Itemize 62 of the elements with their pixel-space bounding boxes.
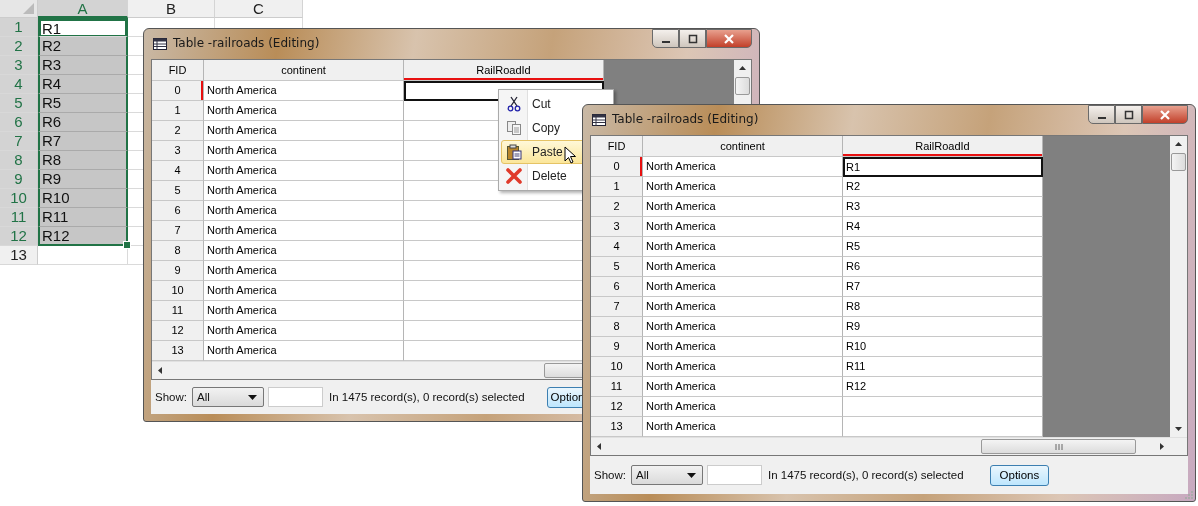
row-header: 11 (152, 301, 204, 321)
table-cell: North America (643, 317, 843, 337)
row-header: 9 (591, 337, 643, 357)
table-cell: North America (204, 341, 404, 361)
table-cell: North America (204, 121, 404, 141)
row-header: 6 (591, 277, 643, 297)
row-header: 8 (152, 241, 204, 261)
table-cell: North America (204, 201, 404, 221)
row-header: 4 (591, 237, 643, 257)
table-cell: North America (643, 357, 843, 377)
table-cell: North America (204, 301, 404, 321)
show-label: Show: (155, 391, 187, 403)
table-cell: North America (643, 257, 843, 277)
row-header: 5 (591, 257, 643, 277)
table-cell: North America (204, 81, 404, 101)
row-header: 7 (152, 221, 204, 241)
table-cell: North America (643, 337, 843, 357)
row-header: 13 (152, 341, 204, 361)
table-cell: North America (204, 281, 404, 301)
table-cell: North America (204, 161, 404, 181)
row-header: 3 (591, 217, 643, 237)
row-header: 5 (152, 181, 204, 201)
row-header: 2 (591, 197, 643, 217)
row-header: 12 (591, 397, 643, 417)
row-header: 8 (591, 317, 643, 337)
table-cell: North America (643, 157, 843, 177)
row-header: 7 (591, 297, 643, 317)
row-header: 9 (152, 261, 204, 281)
table-cell: North America (204, 141, 404, 161)
table-cell: North America (204, 261, 404, 281)
table-cell: North America (643, 237, 843, 257)
table-cell: North America (204, 101, 404, 121)
table-cell: North America (643, 297, 843, 317)
row-header: 12 (152, 321, 204, 341)
row-header: 6 (152, 201, 204, 221)
table-cell: North America (643, 417, 843, 437)
table-cell: North America (643, 217, 843, 237)
show-label: Show: (594, 469, 626, 481)
row-header: 1 (591, 177, 643, 197)
row-header: 13 (591, 417, 643, 437)
row-header: 4 (152, 161, 204, 181)
table-cell: North America (643, 397, 843, 417)
window-title: Table -railroads (Editing) (612, 112, 759, 126)
row-header: 2 (152, 121, 204, 141)
table-cell: North America (204, 321, 404, 341)
row-header: 11 (591, 377, 643, 397)
window-title: Table -railroads (Editing) (173, 36, 320, 50)
table-cell: North America (204, 241, 404, 261)
table-cell: North America (204, 181, 404, 201)
table-cell: North America (643, 177, 843, 197)
row-header: 10 (591, 357, 643, 377)
table-cell: North America (643, 377, 843, 397)
row-header: 0 (152, 81, 204, 101)
row-header: 10 (152, 281, 204, 301)
table-cell: North America (204, 221, 404, 241)
table-cell: North America (643, 277, 843, 297)
row-header: 3 (152, 141, 204, 161)
row-header: 1 (152, 101, 204, 121)
row-header: 0 (591, 157, 643, 177)
table-cell: North America (643, 197, 843, 217)
status-text: In 1475 record(s), 0 record(s) selected (767, 469, 964, 481)
status-text: In 1475 record(s), 0 record(s) selected (328, 391, 525, 403)
